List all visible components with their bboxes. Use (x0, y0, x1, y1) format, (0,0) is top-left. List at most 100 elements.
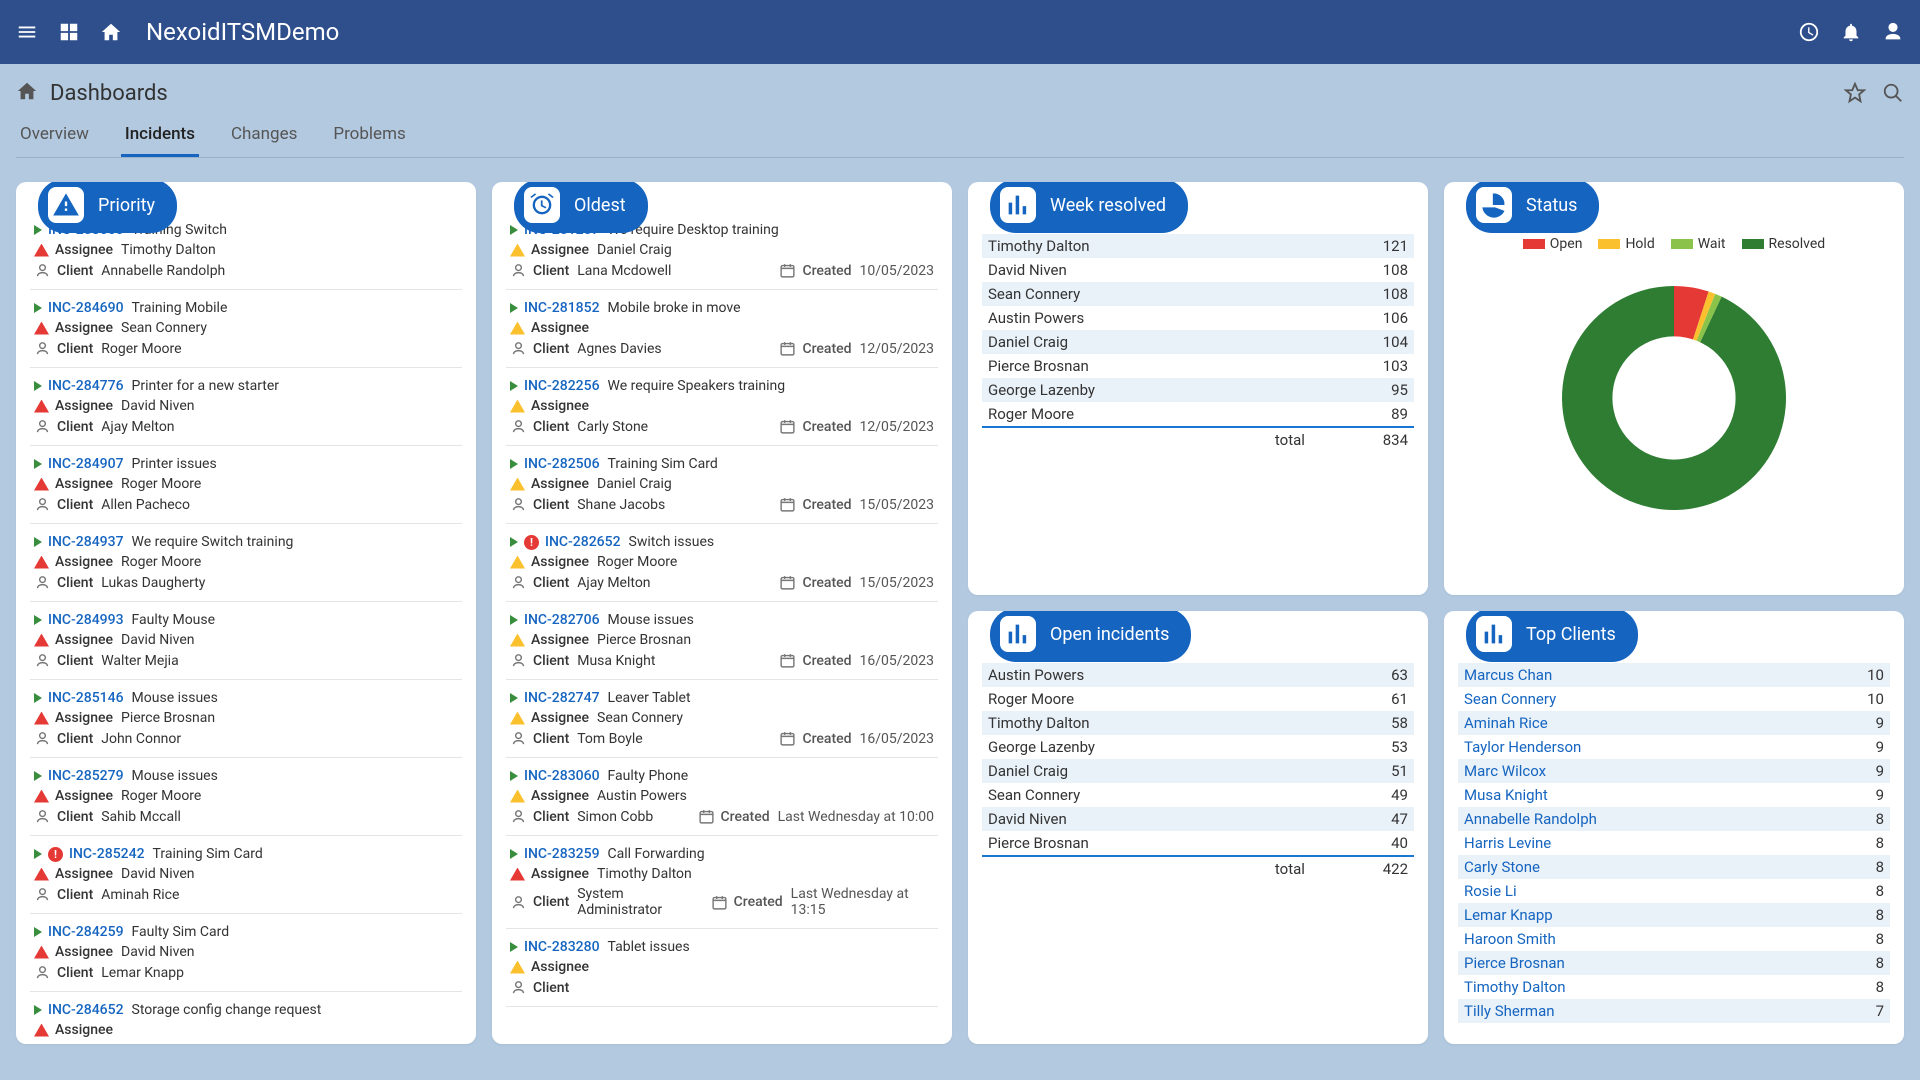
bar-chart-icon (1000, 616, 1036, 652)
subheader: Dashboards OverviewIncidentsChangesProbl… (0, 64, 1920, 158)
client-label: Client (57, 341, 93, 357)
row-value: 9 (1818, 711, 1890, 735)
table-row[interactable]: Lemar Knapp8 (1458, 903, 1890, 927)
incident-item[interactable]: ! INC-285242 Training Sim Card Assignee … (30, 836, 462, 914)
assignee-label: Assignee (55, 554, 113, 570)
incident-title: Switch issues (629, 534, 715, 550)
home-icon[interactable] (100, 21, 122, 43)
table-row[interactable]: David Niven108 (982, 258, 1414, 282)
table-row[interactable]: Aminah Rice9 (1458, 711, 1890, 735)
assignee-label: Assignee (55, 944, 113, 960)
incident-item[interactable]: INC-284907 Printer issues Assignee Roger… (30, 446, 462, 524)
incident-item[interactable]: INC-284993 Faulty Mouse Assignee David N… (30, 602, 462, 680)
client-value: Lemar Knapp (101, 965, 184, 981)
client-label: Client (57, 887, 93, 903)
table-row[interactable]: Sean Connery108 (982, 282, 1414, 306)
incident-item[interactable]: INC-285146 Mouse issues Assignee Pierce … (30, 680, 462, 758)
client-label: Client (57, 263, 93, 279)
table-row[interactable]: Timothy Dalton121 (982, 234, 1414, 258)
incident-item[interactable]: INC-282706 Mouse issues Assignee Pierce … (506, 602, 938, 680)
bell-icon[interactable] (1840, 21, 1862, 43)
apps-icon[interactable] (58, 21, 80, 43)
table-row[interactable]: Timothy Dalton58 (982, 711, 1414, 735)
table-row[interactable]: Marc Wilcox9 (1458, 759, 1890, 783)
incident-item[interactable]: INC-284690 Training Mobile Assignee Sean… (30, 290, 462, 368)
row-name: Sean Connery (982, 783, 1311, 807)
table-row[interactable]: Pierce Brosnan40 (982, 831, 1414, 856)
table-row[interactable]: George Lazenby95 (982, 378, 1414, 402)
table-row[interactable]: Roger Moore89 (982, 402, 1414, 427)
table-row[interactable]: Marcus Chan10 (1458, 663, 1890, 687)
incident-id: INC-282506 (524, 456, 600, 472)
client-label: Client (533, 980, 569, 996)
table-row[interactable]: Roger Moore61 (982, 687, 1414, 711)
table-row[interactable]: Musa Knight9 (1458, 783, 1890, 807)
table-row[interactable]: Haroon Smith8 (1458, 927, 1890, 951)
incident-item[interactable]: ! INC-282652 Switch issues Assignee Roge… (506, 524, 938, 602)
row-name: Daniel Craig (982, 330, 1311, 354)
history-icon[interactable] (1798, 21, 1820, 43)
severity-amber-icon (510, 712, 525, 725)
incident-item[interactable]: INC-284776 Printer for a new starter Ass… (30, 368, 462, 446)
row-name: Pierce Brosnan (982, 831, 1311, 856)
severity-amber-icon (510, 322, 525, 335)
total-value: 834 (1311, 427, 1414, 452)
table-row[interactable]: Daniel Craig51 (982, 759, 1414, 783)
table-row[interactable]: Harris Levine8 (1458, 831, 1890, 855)
incident-item[interactable]: INC-283280 Tablet issues Assignee Client (506, 929, 938, 1007)
table-row[interactable]: Taylor Henderson9 (1458, 735, 1890, 759)
row-value: 61 (1311, 687, 1414, 711)
table-row[interactable]: Rosie Li8 (1458, 879, 1890, 903)
legend-item: Open (1523, 236, 1583, 252)
client-value: Agnes Davies (577, 341, 661, 357)
breadcrumb-home-icon[interactable] (16, 80, 38, 106)
incident-item[interactable]: INC-284937 We require Switch training As… (30, 524, 462, 602)
menu-icon[interactable] (16, 21, 38, 43)
search-icon[interactable] (1882, 82, 1904, 104)
table-row[interactable]: Sean Connery49 (982, 783, 1414, 807)
table-row[interactable]: Annabelle Randolph8 (1458, 807, 1890, 831)
table-row[interactable]: David Niven47 (982, 807, 1414, 831)
table-row[interactable]: Sean Connery10 (1458, 687, 1890, 711)
incident-item[interactable]: INC-284259 Faulty Sim Card Assignee Davi… (30, 914, 462, 992)
severity-red-icon (34, 244, 49, 257)
tab-changes[interactable]: Changes (227, 124, 301, 157)
row-value: 9 (1818, 759, 1890, 783)
table-row[interactable]: Austin Powers63 (982, 663, 1414, 687)
severity-amber-icon (510, 400, 525, 413)
incident-title: Faulty Mouse (132, 612, 216, 628)
incident-title: Faulty Sim Card (132, 924, 230, 940)
row-name: Haroon Smith (1458, 927, 1818, 951)
assignee-value: Roger Moore (597, 554, 677, 570)
incident-item[interactable]: INC-282506 Training Sim Card Assignee Da… (506, 446, 938, 524)
client-label: Client (57, 809, 93, 825)
incident-item[interactable]: INC-284652 Storage config change request… (30, 992, 462, 1044)
incident-item[interactable]: INC-283060 Faulty Phone Assignee Austin … (506, 758, 938, 836)
incident-item[interactable]: INC-282256 We require Speakers training … (506, 368, 938, 446)
table-row[interactable]: Tilly Sherman7 (1458, 999, 1890, 1023)
incident-item[interactable]: INC-282747 Leaver Tablet Assignee Sean C… (506, 680, 938, 758)
star-icon[interactable] (1844, 82, 1866, 104)
assignee-label: Assignee (55, 788, 113, 804)
client-value: System Administrator (577, 886, 704, 918)
assignee-label: Assignee (531, 959, 589, 975)
incident-item[interactable]: INC-283259 Call Forwarding Assignee Timo… (506, 836, 938, 929)
table-row[interactable]: Pierce Brosnan103 (982, 354, 1414, 378)
row-value: 9 (1818, 783, 1890, 807)
tab-problems[interactable]: Problems (329, 124, 409, 157)
tab-overview[interactable]: Overview (16, 124, 93, 157)
incident-item[interactable]: INC-285279 Mouse issues Assignee Roger M… (30, 758, 462, 836)
table-row[interactable]: Austin Powers106 (982, 306, 1414, 330)
assignee-value: David Niven (121, 398, 195, 414)
table-row[interactable]: Carly Stone8 (1458, 855, 1890, 879)
table-row[interactable]: George Lazenby53 (982, 735, 1414, 759)
table-row[interactable]: Pierce Brosnan8 (1458, 951, 1890, 975)
table-row[interactable]: Daniel Craig104 (982, 330, 1414, 354)
created-cell: Created 15/05/2023 (779, 496, 934, 513)
user-icon[interactable] (1882, 21, 1904, 43)
incident-item[interactable]: INC-281852 Mobile broke in move Assignee… (506, 290, 938, 368)
row-name: Timothy Dalton (1458, 975, 1818, 999)
table-row[interactable]: Timothy Dalton8 (1458, 975, 1890, 999)
assignee-value: Roger Moore (121, 554, 201, 570)
tab-incidents[interactable]: Incidents (121, 124, 199, 157)
